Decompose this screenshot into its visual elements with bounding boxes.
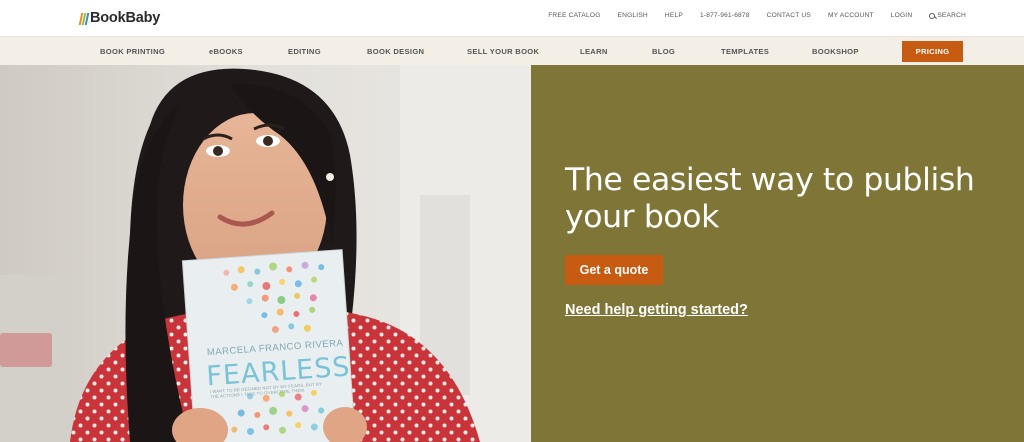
nav-editing[interactable]: EDITING (288, 47, 321, 56)
need-help-link[interactable]: Need help getting started? (565, 302, 748, 318)
search-link[interactable]: SEARCH (929, 12, 966, 19)
nav-blog[interactable]: BLOG (652, 47, 675, 56)
search-label: SEARCH (937, 12, 966, 19)
help-link[interactable]: HELP (665, 12, 683, 19)
login-link[interactable]: LOGIN (891, 12, 913, 19)
nav-learn[interactable]: LEARN (580, 47, 608, 56)
hero-title: The easiest way to publish your book (565, 162, 975, 235)
free-catalog-link[interactable]: FREE CATALOG (548, 12, 600, 19)
utility-links: FREE CATALOG ENGLISH HELP 1-877-961-6878… (531, 12, 966, 19)
main-nav: BOOK PRINTING eBOOKS EDITING BOOK DESIGN… (0, 36, 1024, 65)
logo-text: BookBaby (90, 10, 161, 26)
phone-link[interactable]: 1-877-961-6878 (700, 12, 750, 19)
get-a-quote-button[interactable]: Get a quote (565, 255, 663, 285)
logo-bars-icon (78, 11, 90, 25)
nav-book-design[interactable]: BOOK DESIGN (367, 47, 424, 56)
hero-panel: The easiest way to publish your book Get… (531, 65, 1024, 442)
hero-section: MARCELA FRANCO RIVERA FEARLESS I WANT TO… (0, 65, 1024, 442)
my-account-link[interactable]: MY ACCOUNT (828, 12, 874, 19)
contact-us-link[interactable]: CONTACT US (767, 12, 811, 19)
nav-bookshop[interactable]: BOOKSHOP (812, 47, 859, 56)
english-link[interactable]: ENGLISH (618, 12, 648, 19)
nav-templates[interactable]: TEMPLATES (721, 47, 769, 56)
search-icon (929, 12, 936, 19)
nav-book-printing[interactable]: BOOK PRINTING (100, 47, 165, 56)
nav-ebooks[interactable]: eBOOKS (209, 47, 243, 56)
bookbaby-logo[interactable]: BookBaby (78, 9, 161, 27)
nav-sell-your-book[interactable]: SELL YOUR BOOK (467, 47, 539, 56)
top-utility-bar: BookBaby FREE CATALOG ENGLISH HELP 1-877… (0, 0, 1024, 36)
hero-photo: MARCELA FRANCO RIVERA FEARLESS I WANT TO… (0, 65, 531, 442)
hero-photo-illustration: MARCELA FRANCO RIVERA FEARLESS I WANT TO… (0, 65, 531, 442)
pricing-button[interactable]: PRICING (902, 41, 963, 62)
